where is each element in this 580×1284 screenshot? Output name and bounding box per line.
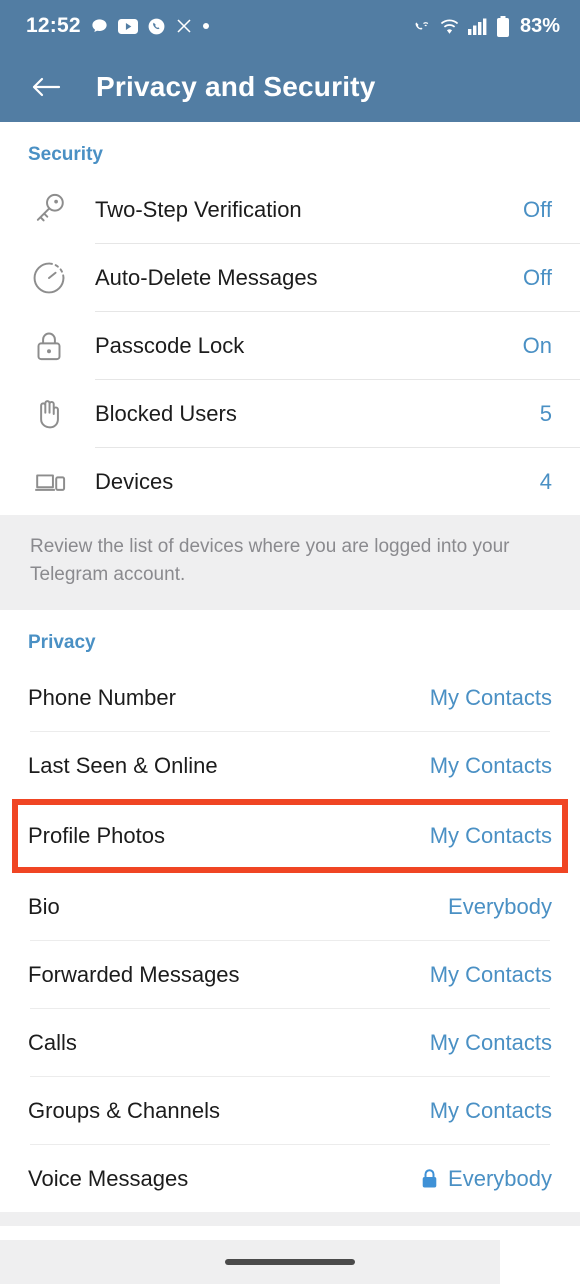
setting-label: Bio	[28, 893, 60, 919]
devices-icon	[28, 461, 95, 503]
setting-value: Off	[523, 196, 552, 222]
battery-percent: 83%	[519, 14, 560, 37]
setting-value: On	[522, 332, 552, 358]
setting-label: Last Seen & Online	[28, 752, 218, 778]
setting-value: Everybody	[448, 1165, 552, 1191]
setting-row-phone-number[interactable]: Phone Number My Contacts	[0, 664, 580, 732]
call-wifi-icon	[410, 17, 431, 36]
app-bar: Privacy and Security	[0, 52, 580, 122]
setting-value: My Contacts	[429, 1029, 552, 1055]
setting-label: Devices	[95, 468, 174, 494]
back-arrow-icon	[31, 75, 61, 99]
setting-row-devices[interactable]: Devices 4	[0, 448, 580, 515]
chat-bubble-icon	[90, 17, 109, 36]
setting-row-blocked-users[interactable]: Blocked Users 5	[0, 380, 580, 447]
setting-row-two-step-verification[interactable]: Two-Step Verification Off	[0, 176, 580, 243]
lock-icon	[28, 325, 95, 367]
navigation-bar	[0, 1240, 580, 1284]
setting-value: Everybody	[448, 893, 552, 919]
status-bar-right: 83%	[410, 15, 560, 38]
setting-label: Groups & Channels	[28, 1097, 220, 1123]
back-button[interactable]	[26, 67, 66, 107]
setting-label: Passcode Lock	[95, 332, 245, 358]
setting-label: Forwarded Messages	[28, 961, 240, 987]
setting-label: Voice Messages	[28, 1165, 189, 1191]
setting-label: Blocked Users	[95, 400, 237, 426]
settings-content: Security Two-Step Verification Off Auto-…	[0, 122, 580, 1284]
status-bar: 12:52 83%	[0, 0, 580, 52]
section-header-security: Security	[28, 144, 103, 165]
timer-icon	[28, 257, 95, 299]
phone-circle-icon	[147, 17, 166, 36]
setting-value: My Contacts	[429, 752, 552, 778]
section-gap	[0, 1212, 580, 1227]
setting-row-profile-photos[interactable]: Profile Photos My Contacts	[0, 799, 580, 874]
setting-value: Off	[523, 264, 552, 290]
setting-row-passcode-lock[interactable]: Passcode Lock On	[0, 312, 580, 379]
phone-screen: 12:52 83% Privacy and Security Security …	[0, 0, 580, 1284]
home-gesture-pill[interactable]	[225, 1259, 355, 1265]
setting-label: Profile Photos	[28, 823, 165, 849]
x-twitter-icon	[175, 17, 193, 35]
hand-icon	[28, 393, 95, 435]
page-title: Privacy and Security	[96, 71, 376, 102]
nav-bar-filler	[500, 1240, 580, 1284]
setting-value: My Contacts	[429, 823, 552, 849]
section-header-privacy: Privacy	[28, 632, 96, 654]
key-icon	[28, 189, 95, 231]
setting-value: My Contacts	[429, 684, 552, 710]
setting-label: Two-Step Verification	[95, 196, 302, 222]
setting-label: Calls	[28, 1029, 77, 1055]
signal-bars-icon	[467, 17, 488, 35]
setting-label: Auto-Delete Messages	[95, 264, 318, 290]
setting-value: 5	[539, 400, 552, 426]
battery-icon	[496, 15, 510, 37]
setting-value: My Contacts	[429, 961, 552, 987]
setting-label: Phone Number	[28, 684, 176, 710]
setting-row-forwarded-messages[interactable]: Forwarded Messages My Contacts	[0, 941, 580, 1009]
setting-row-voice-messages[interactable]: Voice Messages Everybody	[0, 1145, 580, 1213]
setting-row-auto-delete-messages[interactable]: Auto-Delete Messages Off	[0, 244, 580, 311]
setting-row-last-seen-online[interactable]: Last Seen & Online My Contacts	[0, 732, 580, 800]
setting-row-bio[interactable]: Bio Everybody	[0, 873, 580, 941]
devices-note: Review the list of devices where you are…	[0, 515, 580, 611]
status-bar-time: 12:52	[26, 14, 81, 37]
premium-lock-icon	[420, 1168, 439, 1190]
wifi-icon	[439, 18, 460, 35]
youtube-icon	[117, 18, 138, 34]
status-bar-left: 12:52	[26, 14, 210, 38]
setting-row-groups-and-channels[interactable]: Groups & Channels My Contacts	[0, 1077, 580, 1145]
dot-icon	[202, 22, 210, 30]
setting-row-calls[interactable]: Calls My Contacts	[0, 1009, 580, 1077]
setting-value: 4	[539, 468, 552, 494]
setting-value: My Contacts	[429, 1097, 552, 1123]
setting-value-wrap: Everybody	[420, 1166, 552, 1192]
